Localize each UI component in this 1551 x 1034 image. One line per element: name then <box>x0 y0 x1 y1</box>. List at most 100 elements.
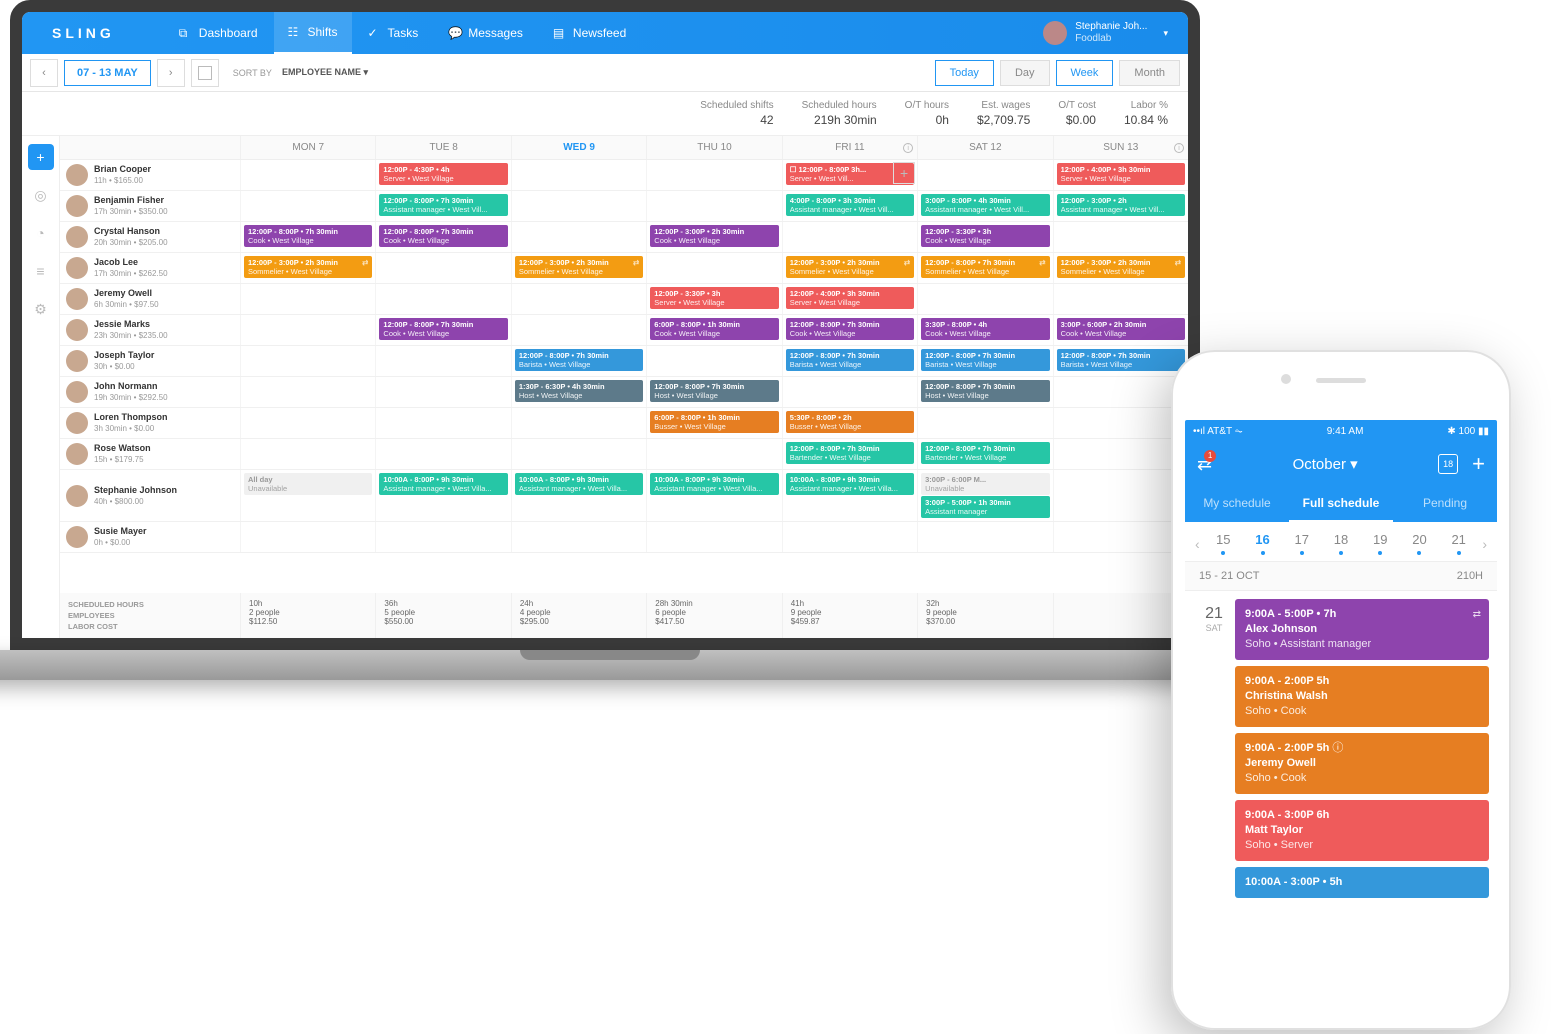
schedule-cell[interactable] <box>240 191 375 221</box>
schedule-cell[interactable]: 12:00P - 8:00P • 7h 30minCook • West Vil… <box>240 222 375 252</box>
phone-date[interactable]: 19 <box>1373 532 1387 555</box>
info-icon[interactable]: i <box>1174 143 1184 153</box>
shift-block[interactable]: 12:00P - 4:30P • 4hServer • West Village <box>379 163 507 185</box>
day-header[interactable]: TUE 8 <box>375 136 510 159</box>
shift-block[interactable]: 3:00P - 8:00P • 4h 30minAssistant manage… <box>921 194 1049 216</box>
schedule-cell[interactable] <box>1053 470 1188 521</box>
employee-cell[interactable]: John Normann19h 30min • $292.50 <box>60 377 240 407</box>
phone-date[interactable]: 20 <box>1412 532 1426 555</box>
phone-title[interactable]: October ▾ <box>1293 455 1358 473</box>
next-week-button[interactable]: › <box>157 59 185 87</box>
schedule-cell[interactable] <box>240 284 375 314</box>
nav-tasks[interactable]: ✓Tasks <box>354 12 433 54</box>
phone-shift[interactable]: 9:00A - 2:00P 5h ⓘJeremy OwellSoho • Coo… <box>1235 733 1489 794</box>
schedule-cell[interactable]: 12:00P - 8:00P • 7h 30minBartender • Wes… <box>782 439 917 469</box>
phone-shift[interactable]: 10:00A - 3:00P • 5h <box>1235 867 1489 898</box>
schedule-cell[interactable] <box>1053 522 1188 552</box>
schedule-cell[interactable] <box>375 284 510 314</box>
shift-block[interactable]: 12:00P - 8:00P • 7h 30minBarista • West … <box>1057 349 1185 371</box>
schedule-cell[interactable] <box>511 284 646 314</box>
schedule-cell[interactable] <box>646 522 781 552</box>
schedule-cell[interactable] <box>646 160 781 190</box>
schedule-cell[interactable] <box>646 439 781 469</box>
schedule-cell[interactable] <box>240 439 375 469</box>
next-dates-button[interactable]: › <box>1478 536 1491 552</box>
shift-block[interactable]: 4:00P - 8:00P • 3h 30minAssistant manage… <box>786 194 914 216</box>
employee-cell[interactable]: Jessie Marks23h 30min • $235.00 <box>60 315 240 345</box>
select-all-checkbox[interactable] <box>191 59 219 87</box>
employee-cell[interactable]: Crystal Hanson20h 30min • $205.00 <box>60 222 240 252</box>
schedule-cell[interactable] <box>240 315 375 345</box>
date-range[interactable]: 07 - 13 MAY <box>64 60 151 86</box>
schedule-cell[interactable]: 12:00P - 8:00P • 7h 30minBarista • West … <box>917 346 1052 376</box>
schedule-cell[interactable]: 6:00P - 8:00P • 1h 30minCook • West Vill… <box>646 315 781 345</box>
nav-messages[interactable]: 💬Messages <box>434 12 537 54</box>
shift-block[interactable]: 1:30P - 6:30P • 4h 30minHost • West Vill… <box>515 380 643 402</box>
shift-block[interactable]: 6:00P - 8:00P • 1h 30minCook • West Vill… <box>650 318 778 340</box>
schedule-cell[interactable] <box>917 522 1052 552</box>
phone-date[interactable]: 16 <box>1255 532 1269 555</box>
shift-block[interactable]: 12:00P - 8:00P • 7h 30minCook • West Vil… <box>244 225 372 247</box>
phone-date[interactable]: 17 <box>1295 532 1309 555</box>
schedule-cell[interactable]: 12:00P - 3:00P • 2h 30min⇄Sommelier • We… <box>1053 253 1188 283</box>
tab-pending[interactable]: Pending <box>1393 486 1497 522</box>
sort-by-value[interactable]: EMPLOYEE NAME ▾ <box>282 67 368 78</box>
schedule-cell[interactable]: 12:00P - 8:00P • 7h 30minCook • West Vil… <box>782 315 917 345</box>
shift-block[interactable]: All dayUnavailable <box>244 473 372 495</box>
phone-date[interactable]: 21 <box>1451 532 1465 555</box>
calendar-icon[interactable]: 18 <box>1438 454 1458 474</box>
people-icon[interactable]: ◔ <box>28 220 54 246</box>
schedule-cell[interactable]: 10:00A - 8:00P • 9h 30minAssistant manag… <box>511 470 646 521</box>
month-view-button[interactable]: Month <box>1119 60 1180 86</box>
shift-block[interactable]: 10:00A - 8:00P • 9h 30minAssistant manag… <box>650 473 778 495</box>
schedule-cell[interactable]: 12:00P - 8:00P • 7h 30minBartender • Wes… <box>917 439 1052 469</box>
schedule-cell[interactable]: 3:30P - 8:00P • 4hCook • West Village <box>917 315 1052 345</box>
shift-block[interactable]: 12:00P - 3:00P • 2h 30min⇄Sommelier • We… <box>1057 256 1185 278</box>
schedule-cell[interactable] <box>375 346 510 376</box>
prev-dates-button[interactable]: ‹ <box>1191 536 1204 552</box>
schedule-cell[interactable]: 3:00P - 6:00P • 2h 30minCook • West Vill… <box>1053 315 1188 345</box>
schedule-cell[interactable] <box>1053 222 1188 252</box>
shift-block[interactable]: 12:00P - 8:00P • 7h 30minCook • West Vil… <box>379 318 507 340</box>
schedule-cell[interactable]: 12:00P - 4:30P • 4hServer • West Village <box>375 160 510 190</box>
phone-shift[interactable]: 9:00A - 2:00P 5hChristina WalshSoho • Co… <box>1235 666 1489 727</box>
shift-block[interactable]: 12:00P - 8:00P • 7h 30minHost • West Vil… <box>921 380 1049 402</box>
shift-block[interactable]: 12:00P - 8:00P • 7h 30minCook • West Vil… <box>786 318 914 340</box>
shift-block[interactable]: 10:00A - 8:00P • 9h 30minAssistant manag… <box>786 473 914 495</box>
location-icon[interactable]: ◎ <box>28 182 54 208</box>
prev-week-button[interactable]: ‹ <box>30 59 58 87</box>
shift-block[interactable]: 12:00P - 3:00P • 2h 30min⇄Sommelier • We… <box>515 256 643 278</box>
shift-block[interactable]: 12:00P - 8:00P • 7h 30minBartender • Wes… <box>786 442 914 464</box>
shift-block[interactable]: 3:00P - 6:00P M...Unavailable <box>921 473 1049 495</box>
schedule-cell[interactable] <box>240 408 375 438</box>
today-button[interactable]: Today <box>935 60 994 86</box>
shift-block[interactable]: 12:00P - 8:00P • 7h 30minHost • West Vil… <box>650 380 778 402</box>
schedule-cell[interactable] <box>511 408 646 438</box>
info-icon[interactable]: i <box>903 143 913 153</box>
phone-date[interactable]: 18 <box>1334 532 1348 555</box>
employee-cell[interactable]: Stephanie Johnson40h • $800.00 <box>60 470 240 521</box>
schedule-cell[interactable]: All dayUnavailable <box>240 470 375 521</box>
nav-newsfeed[interactable]: ▤Newsfeed <box>539 12 640 54</box>
employee-cell[interactable]: Susie Mayer0h • $0.00 <box>60 522 240 552</box>
day-header[interactable]: SAT 12 <box>917 136 1052 159</box>
schedule-cell[interactable]: 4:00P - 8:00P • 3h 30minAssistant manage… <box>782 191 917 221</box>
schedule-cell[interactable]: 12:00P - 3:00P • 2h 30minCook • West Vil… <box>646 222 781 252</box>
day-view-button[interactable]: Day <box>1000 60 1050 86</box>
schedule-cell[interactable]: 12:00P - 8:00P • 7h 30minCook • West Vil… <box>375 222 510 252</box>
schedule-cell[interactable] <box>646 253 781 283</box>
schedule-cell[interactable] <box>917 408 1052 438</box>
phone-shift[interactable]: 9:00A - 3:00P 6hMatt TaylorSoho • Server <box>1235 800 1489 861</box>
shift-block[interactable]: 5:30P - 8:00P • 2hBusser • West Village <box>786 411 914 433</box>
list-icon[interactable]: ≡ <box>28 258 54 284</box>
shift-block[interactable]: 12:00P - 8:00P • 7h 30minAssistant manag… <box>379 194 507 216</box>
shift-block[interactable]: 3:00P - 6:00P • 2h 30minCook • West Vill… <box>1057 318 1185 340</box>
schedule-cell[interactable]: 12:00P - 8:00P • 7h 30minHost • West Vil… <box>917 377 1052 407</box>
schedule-cell[interactable]: 12:00P - 8:00P • 7h 30minCook • West Vil… <box>375 315 510 345</box>
schedule-cell[interactable] <box>782 522 917 552</box>
day-header[interactable]: THU 10 <box>646 136 781 159</box>
shift-block[interactable]: 12:00P - 3:30P • 3hServer • West Village <box>650 287 778 309</box>
schedule-cell[interactable] <box>240 522 375 552</box>
phone-date[interactable]: 15 <box>1216 532 1230 555</box>
day-header[interactable]: SUN 13i <box>1053 136 1188 159</box>
